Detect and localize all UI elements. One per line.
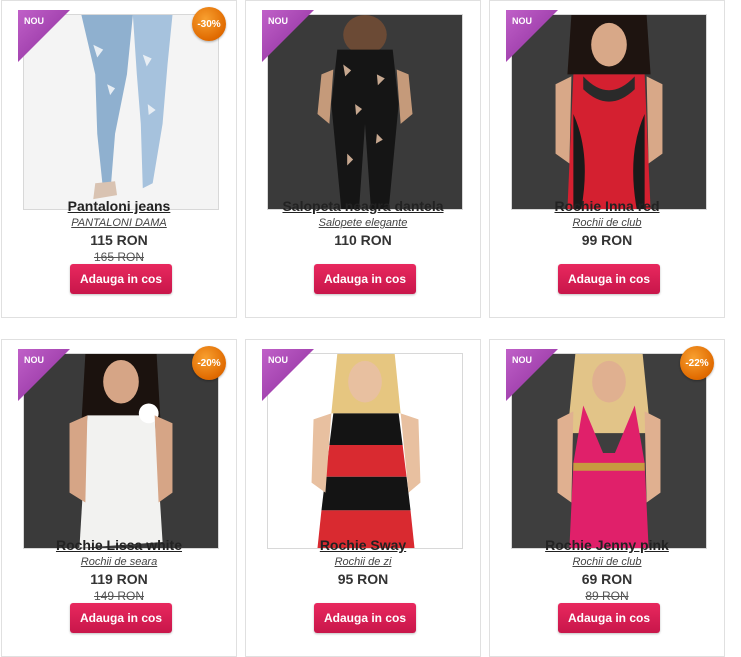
product-price: 95 RON <box>337 571 389 587</box>
product-card[interactable]: NOU -22% Rochie Jenny pink Rochii de clu… <box>489 339 725 657</box>
product-title[interactable]: Rochie Jenny pink <box>490 537 724 553</box>
new-badge-label: NOU <box>24 16 44 26</box>
discount-badge: -30% <box>192 7 226 41</box>
new-badge-label: NOU <box>24 355 44 365</box>
product-price: 69 RON <box>581 571 633 587</box>
add-to-cart-button[interactable]: Adauga in cos <box>558 264 660 294</box>
product-title[interactable]: Salopeta neagra dantela <box>246 198 480 214</box>
discount-badge: -22% <box>680 346 714 380</box>
product-category[interactable]: Rochii de club <box>490 217 724 229</box>
product-title[interactable]: Rochie Inna red <box>490 198 724 214</box>
new-ribbon: NOU <box>506 349 558 401</box>
product-card[interactable]: NOU -20% Rochie Lissa white Rochii de se… <box>1 339 237 657</box>
add-to-cart-button[interactable]: Adauga in cos <box>558 603 660 633</box>
product-category[interactable]: Salopete elegante <box>246 217 480 229</box>
new-ribbon: NOU <box>18 10 70 62</box>
add-to-cart-button[interactable]: Adauga in cos <box>70 603 172 633</box>
product-old-price: 149 RON <box>93 589 145 603</box>
product-category[interactable]: Rochii de zi <box>246 556 480 568</box>
new-badge-label: NOU <box>268 355 288 365</box>
product-price: 115 RON <box>90 232 148 248</box>
product-card[interactable]: NOU Rochie Sway Rochii de zi 95 RON Adau… <box>245 339 481 657</box>
product-price: 110 RON <box>334 232 392 248</box>
product-category[interactable]: PANTALONI DAMA <box>2 217 236 229</box>
product-title[interactable]: Rochie Lissa white <box>2 537 236 553</box>
product-card[interactable]: NOU -30% Pantaloni jeans PANTALONI DAMA … <box>1 0 237 318</box>
product-category[interactable]: Rochii de seara <box>2 556 236 568</box>
add-to-cart-button[interactable]: Adauga in cos <box>314 603 416 633</box>
add-to-cart-button[interactable]: Adauga in cos <box>70 264 172 294</box>
discount-badge: -20% <box>192 346 226 380</box>
product-category[interactable]: Rochii de club <box>490 556 724 568</box>
new-ribbon: NOU <box>18 349 70 401</box>
product-price: 119 RON <box>90 571 148 587</box>
new-badge-label: NOU <box>512 16 532 26</box>
product-old-price: 165 RON <box>93 250 145 264</box>
product-old-price: 89 RON <box>585 589 629 603</box>
product-price: 99 RON <box>581 232 633 248</box>
new-ribbon: NOU <box>506 10 558 62</box>
product-card[interactable]: NOU Rochie Inna red Rochii de club 99 RO… <box>489 0 725 318</box>
new-badge-label: NOU <box>268 16 288 26</box>
new-badge-label: NOU <box>512 355 532 365</box>
new-ribbon: NOU <box>262 10 314 62</box>
product-title[interactable]: Rochie Sway <box>246 537 480 553</box>
product-title[interactable]: Pantaloni jeans <box>2 198 236 214</box>
product-card[interactable]: NOU Salopeta neagra dantela Salopete ele… <box>245 0 481 318</box>
add-to-cart-button[interactable]: Adauga in cos <box>314 264 416 294</box>
new-ribbon: NOU <box>262 349 314 401</box>
